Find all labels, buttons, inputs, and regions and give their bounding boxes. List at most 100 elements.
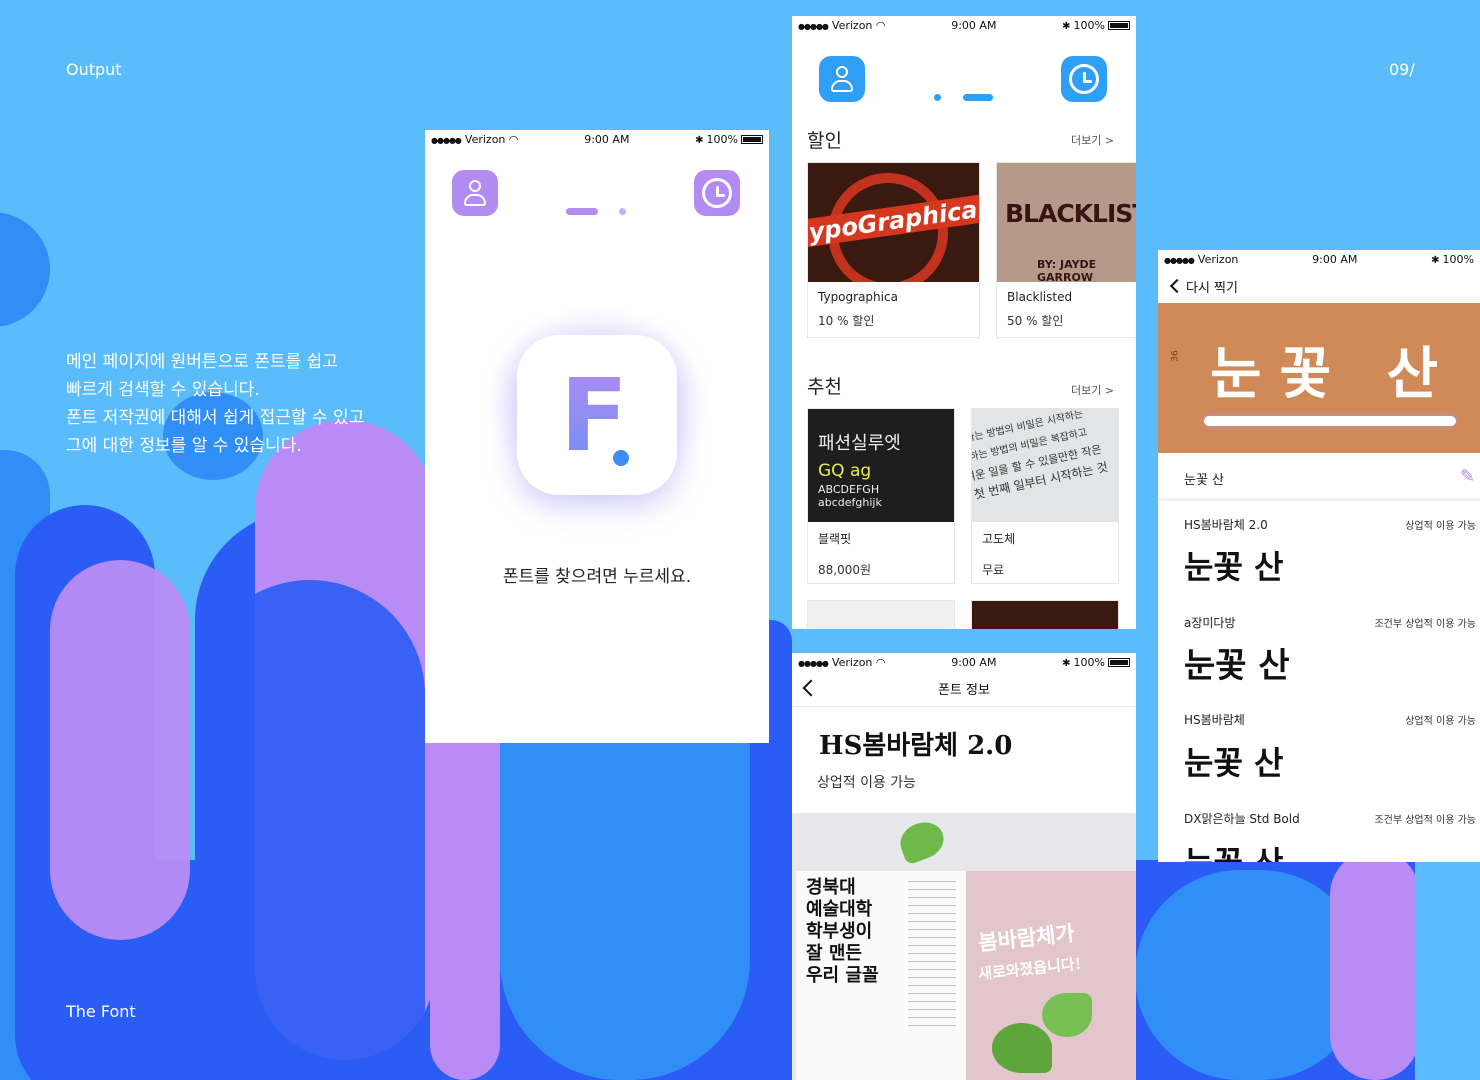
result-license: 조건부 상업적 이용 가능	[1374, 815, 1476, 826]
recommend-more-link[interactable]: 더보기 >	[1071, 382, 1114, 398]
recommend-card-partial[interactable]	[971, 600, 1119, 629]
signal-icon: ●●●●●	[798, 658, 829, 668]
profile-button[interactable]	[452, 170, 498, 216]
brand-label: The Font	[66, 1002, 136, 1021]
carrier: Verizon	[1197, 252, 1239, 266]
page-indicator-dot	[619, 208, 626, 215]
wifi-icon: ◠	[875, 18, 886, 32]
battery-text: 100%	[1442, 252, 1474, 266]
thumb-line: 패션실루엣	[818, 433, 901, 454]
retake-button[interactable]: 다시 찍기	[1168, 276, 1238, 296]
result-font-name: a장미다방	[1184, 616, 1236, 630]
edit-pencil-icon[interactable]: ✎	[1460, 467, 1480, 487]
nav-title: 폰트 정보	[938, 683, 990, 698]
battery-text: 100%	[706, 132, 738, 146]
sale-more-link[interactable]: 더보기 >	[1071, 132, 1114, 148]
wifi-icon: ◠	[875, 655, 886, 669]
font-info-screen: ●●●●● Verizon ◠ 9:00 AM ✱ 100% 폰트 정보 HS봄바람…	[792, 653, 1136, 1080]
page-indicator-active	[963, 94, 993, 101]
home-screen: ●●●●● Verizon ◠ 9:00 AM ✱ 100% F 폰트를 찾으려면 …	[425, 130, 769, 743]
recommend-card-partial[interactable]	[807, 600, 955, 629]
result-sample: 눈꽃 산	[1184, 838, 1283, 862]
result-license: 조건부 상업적 이용 가능	[1374, 619, 1476, 630]
clock-icon	[702, 178, 732, 208]
card-discount: 10 % 할인	[818, 314, 875, 328]
card-name: 고도체	[982, 532, 1016, 546]
page-indicator-dot	[934, 94, 941, 101]
status-bar: ●●●●● Verizon ◠ 9:00 AM ✱ 100%	[425, 130, 769, 148]
card-name: Blacklisted	[1007, 290, 1073, 304]
description-line: 그에 대한 정보를 알 수 있습니다.	[66, 436, 302, 456]
recommend-title: 추천	[807, 376, 842, 398]
result-item[interactable]: HS봄바람체 2.0 상업적 이용 가능 눈꽃 산	[1158, 512, 1480, 608]
retake-label: 다시 찍기	[1186, 280, 1238, 296]
result-item[interactable]: a장미다방 조건부 상업적 이용 가능 눈꽃 산	[1158, 610, 1480, 706]
signal-icon: ●●●●●	[431, 135, 462, 145]
result-sample: 눈꽃 산	[1184, 744, 1284, 782]
card-thumbnail: ypoGraphica	[808, 163, 979, 282]
history-button[interactable]	[1061, 56, 1107, 102]
card-price: 무료	[982, 563, 1005, 577]
result-font-name: HS봄바람체	[1184, 713, 1245, 727]
clock-time: 9:00 AM	[1312, 252, 1358, 266]
query-text: 눈꽃 산	[1184, 473, 1225, 488]
clock-time: 9:00 AM	[951, 18, 997, 32]
sale-card-blacklisted[interactable]: BLACKLISTE BY: JAYDE GARROW Blacklisted …	[996, 162, 1136, 338]
result-item[interactable]: HS봄바람체 상업적 이용 가능 눈꽃 산	[1158, 708, 1480, 804]
bluetooth-icon: ✱	[1431, 254, 1440, 266]
clock-time: 9:00 AM	[951, 655, 997, 669]
sale-card-typographica[interactable]: ypoGraphica Typographica 10 % 할인	[807, 162, 980, 338]
specimen-image: 경북대 예술대학 학부생이 잘 맨든 우리 글꼴 봄바람체가 새로와졌읍니다!	[792, 813, 1136, 1080]
thumb-text: BLACKLISTE	[1005, 199, 1136, 228]
history-button[interactable]	[694, 170, 740, 216]
profile-button[interactable]	[819, 56, 865, 102]
bluetooth-icon: ✱	[695, 134, 704, 146]
card-discount: 50 % 할인	[1007, 314, 1064, 328]
battery-icon	[1107, 21, 1130, 30]
photo-text: 눈꽃 산	[1210, 341, 1457, 407]
thumb-line: abcdefghijk	[818, 496, 882, 509]
result-item[interactable]: DX맑은하늘 Std Bold 조건부 상업적 이용 가능 눈꽃 산	[1158, 806, 1480, 862]
page-indicator-active	[566, 208, 598, 215]
bluetooth-icon: ✱	[1062, 657, 1071, 669]
section-label: Output	[66, 60, 122, 79]
back-arrow-icon	[1169, 278, 1185, 294]
leaf-decoration-icon	[992, 1023, 1052, 1073]
battery-text: 100%	[1073, 18, 1105, 32]
user-icon	[462, 179, 488, 207]
status-bar: ●●●●● Verizon 9:00 AM ✱ 100%	[1158, 250, 1480, 268]
font-name: HS봄바람체 2.0	[819, 731, 1013, 761]
signal-icon: ●●●●●	[798, 21, 829, 31]
page-number: 09/	[1389, 60, 1415, 79]
battery-icon	[740, 135, 763, 144]
photo-number: 36	[1170, 350, 1181, 362]
description: 메인 페이지에 원버튼으로 폰트를 쉽고 빠르게 검색할 수 있습니다. 폰트 …	[66, 348, 364, 460]
result-sample: 눈꽃 산	[1184, 646, 1290, 686]
carrier: Verizon	[831, 18, 873, 32]
clock-icon	[1069, 64, 1099, 94]
user-icon	[829, 65, 855, 93]
bg-pill-3	[50, 560, 190, 940]
leaf-decoration-icon	[895, 816, 949, 866]
leaf-decoration-icon	[1042, 993, 1092, 1037]
bg-corner	[1415, 860, 1480, 1080]
recommend-card-blackfit[interactable]: 패션실루엣 GQ ag ABCDEFGH abcdefghijk 블랙핏 88,…	[807, 408, 955, 584]
sale-title: 할인	[807, 130, 842, 152]
thumb-line: ABCDEFGH	[818, 483, 880, 496]
browse-screen: ●●●●● Verizon ◠ 9:00 AM ✱ 100% 할인 더보기 > yp…	[792, 16, 1136, 629]
recommend-card-godo[interactable]: 삶서가는 방법의 비밀은 시작하는 시작하는 방법의 비밀은 복잡하고 어려운 …	[971, 408, 1119, 584]
battery-icon	[1107, 658, 1130, 667]
carrier: Verizon	[464, 132, 506, 146]
clock-time: 9:00 AM	[584, 132, 630, 146]
wifi-icon: ◠	[508, 132, 519, 146]
query-bar: 눈꽃 산 ✎	[1158, 453, 1480, 501]
book-left-page: 경북대 예술대학 학부생이 잘 맨든 우리 글꼴	[796, 871, 966, 1080]
card-thumbnail: BLACKLISTE BY: JAYDE GARROW	[997, 163, 1136, 282]
find-font-button[interactable]: F	[517, 335, 677, 495]
license-label: 상업적 이용 가능	[817, 775, 917, 791]
scan-line	[1204, 416, 1456, 426]
thumb-subtext: BY: JAYDE GARROW	[1037, 258, 1097, 282]
description-line: 빠르게 검색할 수 있습니다.	[66, 380, 260, 400]
card-thumbnail: 삶서가는 방법의 비밀은 시작하는 시작하는 방법의 비밀은 복잡하고 어려운 …	[972, 409, 1118, 522]
thumb-line: GQ ag	[818, 461, 872, 481]
